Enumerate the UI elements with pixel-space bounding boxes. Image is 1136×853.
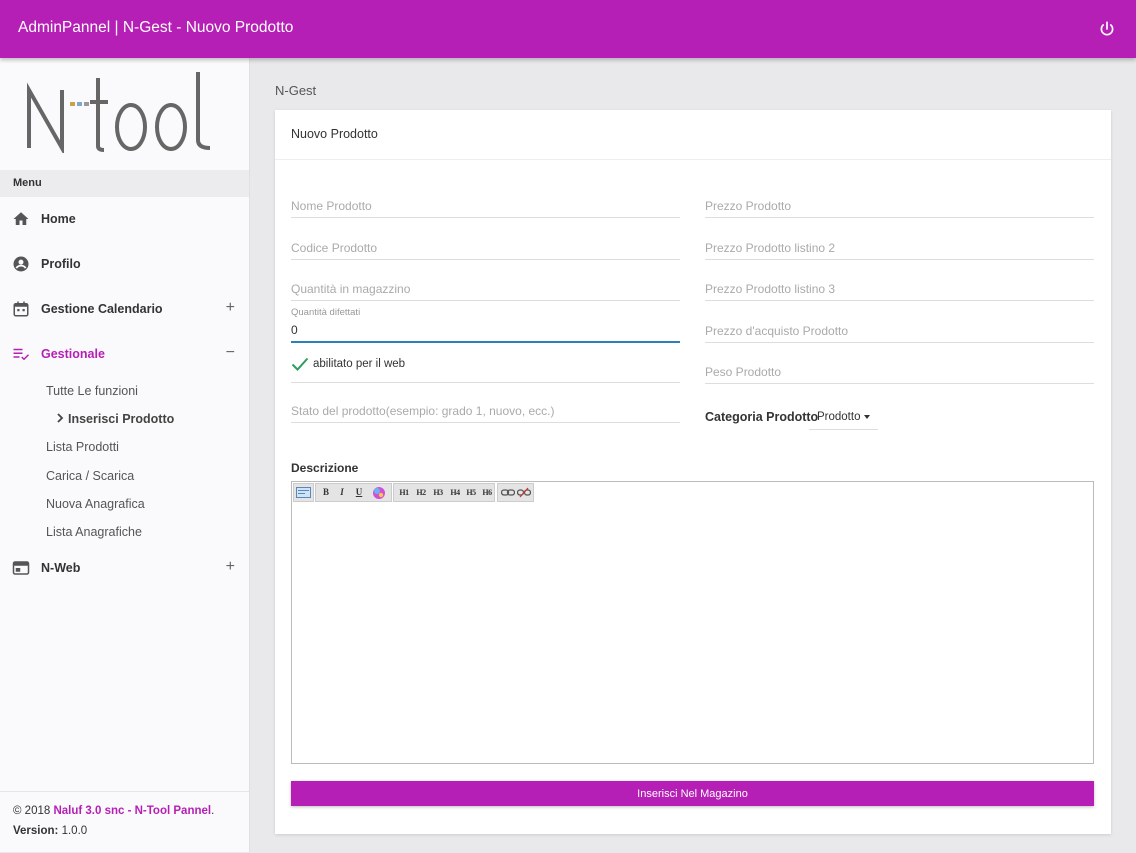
ntool-logo — [27, 72, 211, 153]
breadcrumb: N-Gest — [275, 83, 317, 98]
account-circle-icon — [13, 256, 29, 272]
categoria-label: Categoria Prodotto — [705, 410, 819, 424]
bold-button[interactable]: B — [319, 484, 333, 501]
copyright-text: © 2018 — [13, 805, 51, 817]
card-title: Nuovo Prodotto — [291, 127, 378, 141]
h1-button[interactable]: H1 — [396, 484, 412, 501]
underline-button[interactable]: U — [352, 484, 366, 501]
peso-prodotto-input[interactable] — [705, 360, 1094, 384]
quantita-magazzino-input[interactable] — [291, 277, 680, 301]
top-app-bar: AdminPannel | N-Gest - Nuovo Prodotto — [0, 0, 1136, 58]
subitem-inserisci-prodotto[interactable]: Inserisci Prodotto — [56, 412, 174, 426]
sidebar-item-n-web[interactable]: N-Web + — [0, 548, 249, 588]
color-picker-icon[interactable] — [372, 486, 386, 500]
sidebar-item-gestione-calendario[interactable]: Gestione Calendario + — [0, 289, 249, 329]
editor-toolbar: B I U H1 H2 H3 H4 H5 H6 — [292, 482, 1093, 505]
h2-button[interactable]: H2 — [413, 484, 429, 501]
descrizione-label: Descrizione — [291, 461, 359, 475]
app-title: AdminPannel | N-Gest - Nuovo Prodotto — [18, 19, 294, 36]
sidebar-item-label: N-Web — [41, 561, 81, 575]
footer-period: . — [211, 805, 215, 817]
categoria-value: Prodotto — [817, 411, 861, 423]
codice-prodotto-input[interactable] — [291, 236, 680, 260]
link-icon[interactable] — [501, 487, 515, 498]
toolbar-group-format: B I U — [315, 483, 392, 502]
calendar-icon — [13, 301, 29, 317]
nome-prodotto-input[interactable] — [291, 194, 680, 218]
web-enabled-checkbox[interactable]: abilitato per il web — [291, 352, 680, 383]
version-line: Version: 1.0.0 — [13, 825, 87, 837]
form-card: Nuovo Prodotto Quantità difettati abilit… — [275, 110, 1111, 834]
subitem-lista-prodotti[interactable]: Lista Prodotti — [46, 440, 119, 454]
collapse-icon[interactable]: − — [226, 344, 235, 362]
sidebar-item-label: Home — [41, 212, 76, 226]
sidebar-item-label: Gestione Calendario — [41, 302, 163, 316]
menu-label: Menu — [0, 170, 249, 197]
prezzo-acquisto-input[interactable] — [705, 319, 1094, 343]
version-label: Version: — [13, 825, 59, 837]
check-icon — [291, 357, 309, 371]
prezzo-listino-2-input[interactable] — [705, 236, 1094, 260]
unlink-icon[interactable] — [517, 487, 531, 498]
italic-button[interactable]: I — [335, 484, 349, 501]
inserisci-nel-magazino-button[interactable]: Inserisci Nel Magazino — [291, 781, 1094, 806]
toolbar-group-view — [293, 483, 314, 502]
home-icon — [13, 212, 29, 225]
version-value: 1.0.0 — [61, 825, 88, 837]
subitem-label: Inserisci Prodotto — [68, 412, 175, 426]
copyright-line: © 2018 Naluf 3.0 snc - N-Tool Pannel. — [13, 805, 214, 817]
sidebar-item-gestionale[interactable]: Gestionale − — [0, 334, 249, 374]
web-enabled-label: abilitato per il web — [313, 358, 406, 370]
sidebar-item-home[interactable]: Home — [0, 199, 249, 239]
subitem-lista-anagrafiche[interactable]: Lista Anagrafiche — [46, 525, 142, 539]
expand-icon[interactable]: + — [226, 299, 235, 317]
subitem-tutte-le-funzioni[interactable]: Tutte Le funzioni — [46, 384, 138, 398]
quantita-difettati-label: Quantità difettati — [291, 307, 361, 318]
quantita-difettati-input[interactable] — [291, 318, 680, 343]
power-icon[interactable] — [1098, 20, 1116, 38]
h6-button[interactable]: H6 — [479, 484, 495, 501]
sidebar-footer: © 2018 Naluf 3.0 snc - N-Tool Pannel. Ve… — [0, 791, 249, 853]
expand-icon[interactable]: + — [226, 558, 235, 576]
brand-link[interactable]: Naluf 3.0 snc - N-Tool Pannel — [53, 805, 211, 817]
card-header: Nuovo Prodotto — [275, 110, 1111, 160]
web-window-icon — [12, 561, 30, 575]
sidebar: Menu Home Profilo Gestione Calendario + … — [0, 58, 250, 852]
toolbar-group-headings: H1 H2 H3 H4 H5 H6 — [393, 483, 495, 502]
h5-button[interactable]: H5 — [463, 484, 479, 501]
chevron-right-icon — [57, 413, 64, 423]
caret-down-icon — [864, 414, 871, 419]
toggle-html-icon[interactable] — [296, 487, 311, 498]
rich-text-editor: B I U H1 H2 H3 H4 H5 H6 — [291, 481, 1094, 764]
subitem-nuova-anagrafica[interactable]: Nuova Anagrafica — [46, 497, 145, 511]
subitem-carica-scarica[interactable]: Carica / Scarica — [46, 469, 134, 483]
categoria-dropdown[interactable]: Prodotto — [809, 404, 878, 430]
toolbar-group-links — [497, 483, 534, 502]
stato-prodotto-input[interactable] — [291, 399, 680, 423]
h3-button[interactable]: H3 — [430, 484, 446, 501]
sidebar-item-profilo[interactable]: Profilo — [0, 244, 249, 284]
prezzo-listino-3-input[interactable] — [705, 277, 1094, 301]
prezzo-prodotto-input[interactable] — [705, 194, 1094, 218]
h4-button[interactable]: H4 — [447, 484, 463, 501]
editor-content-area[interactable] — [292, 504, 1093, 763]
sidebar-item-label: Profilo — [41, 257, 81, 271]
playlist-check-icon — [13, 348, 30, 361]
sidebar-item-label: Gestionale — [41, 347, 105, 361]
